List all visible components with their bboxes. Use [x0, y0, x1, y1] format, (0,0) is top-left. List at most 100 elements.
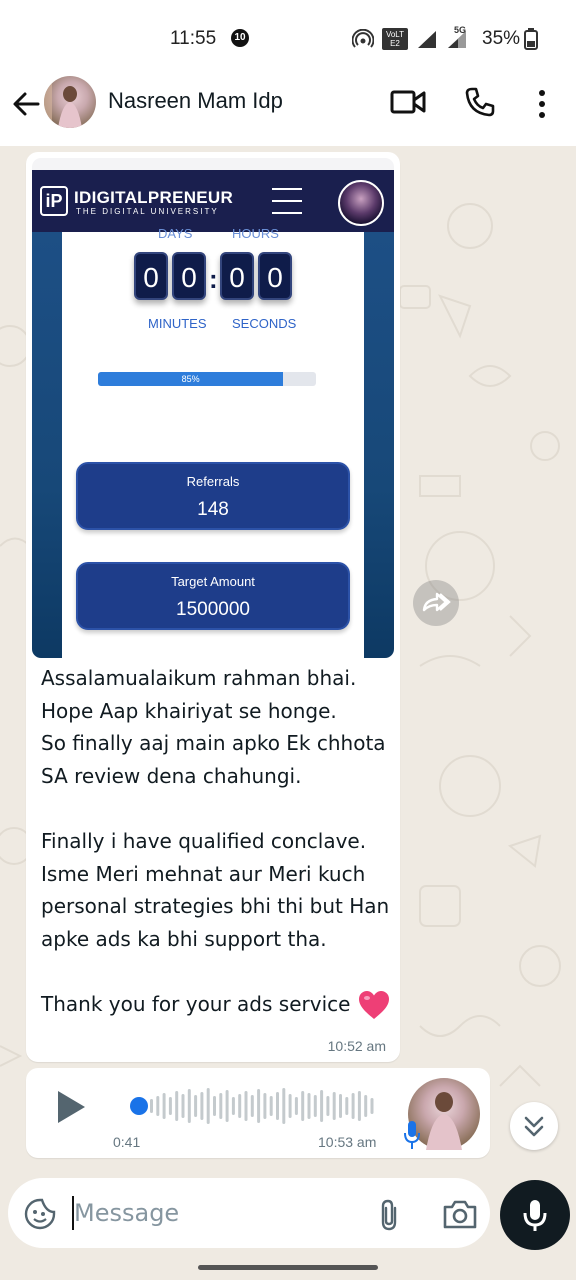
back-arrow-icon[interactable] [10, 88, 42, 120]
message-body: Assalamualaikum rahman bhai. Hope Aap kh… [41, 666, 390, 1016]
waveform-bar [351, 1093, 355, 1119]
idp-logo: iP [40, 186, 68, 216]
message-bubble[interactable]: iP IDIGITALPRENEUR THE DIGITAL UNIVERSIT… [26, 152, 400, 1062]
minutes-label: MINUTES [148, 316, 207, 331]
contact-name[interactable]: Nasreen Mam Idp [108, 88, 283, 114]
waveform-bar [181, 1094, 185, 1118]
waveform-bar [225, 1090, 229, 1122]
waveform-bar [187, 1089, 191, 1123]
notification-count-badge: 10 [231, 29, 249, 47]
idp-brand: IDIGITALPRENEUR [74, 188, 234, 207]
seconds-label: SECONDS [232, 316, 297, 331]
waveform-bar [257, 1089, 261, 1123]
voice-duration: 0:41 [113, 1134, 141, 1150]
volte-icon: VoLTE2 [382, 28, 408, 50]
message-text: Assalamualaikum rahman bhai. Hope Aap kh… [41, 662, 391, 1021]
waveform-bar [370, 1098, 374, 1114]
waveform-bar [288, 1094, 292, 1118]
waveform-bar [301, 1091, 305, 1121]
waveform-bar [313, 1095, 317, 1117]
target-amount-label: Target Amount [171, 574, 255, 589]
playback-position-dot[interactable] [130, 1097, 148, 1115]
camera-icon[interactable] [442, 1198, 478, 1230]
waveform-bar [175, 1091, 179, 1121]
message-composer [8, 1178, 490, 1248]
waveform-bar [332, 1092, 336, 1120]
waveform-bar [339, 1094, 342, 1118]
progress-bar: 85% [98, 372, 316, 386]
waveform-bar [250, 1095, 254, 1117]
idp-tagline: THE DIGITAL UNIVERSITY [76, 207, 219, 216]
referrals-card: Referrals 148 [76, 462, 350, 530]
voice-record-button[interactable] [500, 1180, 570, 1250]
message-input[interactable] [74, 1196, 354, 1230]
voice-waveform[interactable] [106, 1086, 380, 1126]
image-body: DAYS HOURS 0 0 : 0 0 MINUTES SECONDS 85%… [32, 226, 394, 658]
forward-icon [422, 592, 451, 612]
countdown-colon: : [209, 264, 218, 294]
signal-icon [418, 31, 436, 48]
waveform-bar [213, 1096, 216, 1116]
waveform-bar [206, 1088, 210, 1124]
double-chevron-down-icon [524, 1116, 544, 1137]
waveform-bar [282, 1088, 286, 1124]
scroll-to-bottom-button[interactable] [510, 1102, 558, 1150]
days-label: DAYS [158, 226, 193, 241]
referrals-label: Referrals [186, 474, 240, 489]
target-amount-value: 1500000 [176, 599, 250, 620]
waveform-bar [345, 1097, 349, 1115]
status-time: 11:55 [170, 28, 217, 49]
waveform-bar [150, 1099, 153, 1113]
signal-5g-icon: 5G [446, 25, 472, 49]
message-timestamp: 10:52 am [327, 1038, 386, 1054]
waveform-bar [231, 1097, 235, 1115]
waveform-bar [263, 1093, 267, 1119]
idp-navbar: iP IDIGITALPRENEUR THE DIGITAL UNIVERSIT… [32, 170, 394, 232]
forward-button[interactable] [413, 580, 459, 626]
waveform-bar [320, 1090, 324, 1122]
video-call-icon[interactable] [390, 88, 426, 116]
waveform-bar [219, 1093, 223, 1119]
hamburger-icon [272, 188, 302, 216]
waveform-bar [156, 1096, 160, 1116]
waveform-bar [294, 1097, 298, 1115]
voice-message-bubble[interactable]: 0:41 10:53 am [26, 1068, 490, 1158]
sticker-emoji-icon[interactable] [24, 1198, 56, 1230]
waveform-bar [276, 1092, 279, 1120]
waveform-bar [168, 1097, 172, 1115]
target-amount-card: Target Amount 1500000 [76, 562, 350, 630]
heart-emoji-icon [358, 991, 389, 1020]
hours-label: HOURS [232, 226, 279, 241]
voice-timestamp: 10:53 am [318, 1134, 377, 1150]
image-top-strip [32, 158, 394, 170]
waveform-bar [364, 1095, 368, 1117]
hotspot-icon [352, 29, 374, 48]
countdown-digit: 0 [220, 252, 254, 300]
more-options-icon[interactable] [532, 88, 552, 120]
network-label: 5G [454, 25, 467, 35]
phone-call-icon[interactable] [464, 86, 496, 118]
countdown-card: DAYS HOURS 0 0 : 0 0 MINUTES SECONDS 85%… [62, 226, 364, 658]
waveform-bar [244, 1091, 248, 1121]
battery-percent: 35% [482, 28, 521, 49]
status-icons: VoLTE2 5G [352, 25, 472, 51]
status-bar: 11:55 10 VoLTE2 5G 35% [0, 0, 576, 76]
referrals-value: 148 [197, 499, 229, 520]
shared-image[interactable]: iP IDIGITALPRENEUR THE DIGITAL UNIVERSIT… [32, 158, 394, 658]
idp-profile-avatar [338, 180, 384, 226]
waveform-bar [357, 1091, 361, 1121]
microphone-icon [404, 1121, 420, 1149]
chat-header: Nasreen Mam Idp [0, 76, 576, 146]
waveform-bar [200, 1092, 204, 1120]
countdown-digit: 0 [172, 252, 206, 300]
play-icon[interactable] [56, 1090, 86, 1124]
waveform-bar [326, 1096, 330, 1116]
progress-fill: 85% [98, 372, 284, 386]
waveform-bar [194, 1095, 198, 1117]
waveform-bar [162, 1093, 166, 1119]
microphone-icon [523, 1200, 547, 1231]
contact-avatar[interactable] [44, 76, 96, 128]
waveform-bar [307, 1093, 311, 1119]
waveform-bar [238, 1094, 242, 1118]
attachment-paperclip-icon[interactable] [376, 1198, 404, 1232]
